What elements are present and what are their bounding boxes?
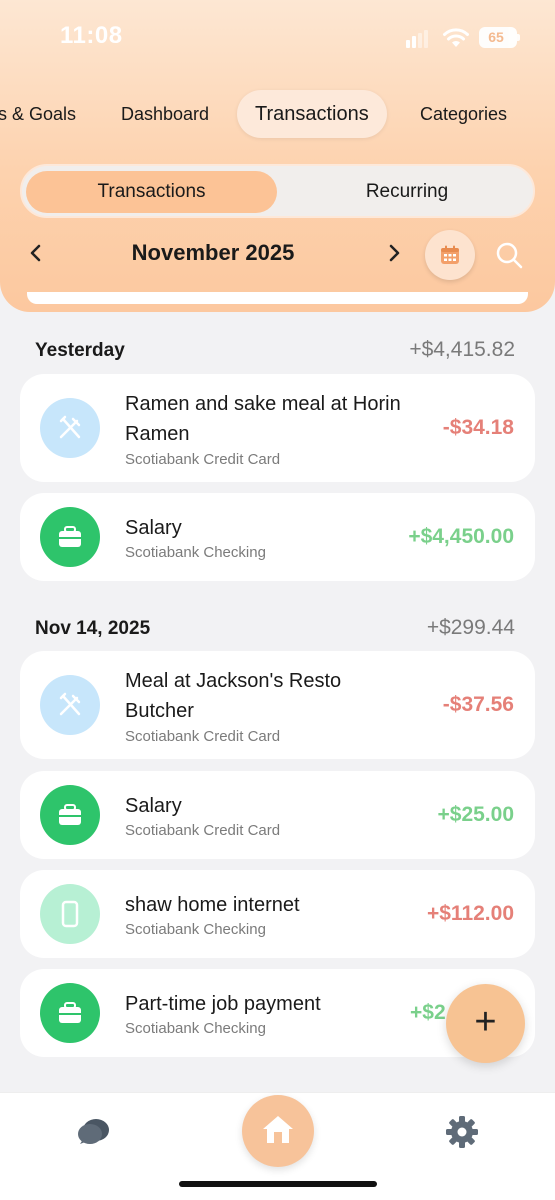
plus-icon: + <box>474 1001 497 1043</box>
transaction-amount: +$4,450.00 <box>408 525 514 548</box>
header: 11:08 65 s & Goals Dashboard Transaction… <box>0 0 555 312</box>
section-total: +$299.44 <box>426 616 515 639</box>
tab-dashboard[interactable]: Dashboard <box>121 90 209 138</box>
status-time: 11:08 <box>60 22 123 49</box>
home-icon <box>263 1116 293 1143</box>
summary-card-edge <box>27 292 528 304</box>
transaction-amount: -$37.56 <box>442 693 514 716</box>
battery-tip <box>517 34 520 41</box>
transaction-row[interactable]: Meal at Jackson's Resto Butcher Scotiaba… <box>20 651 535 759</box>
battery-level: 65 <box>488 29 504 45</box>
section-date: Yesterday <box>35 340 125 361</box>
briefcase-icon <box>40 983 100 1043</box>
fork-knife-icon <box>40 398 100 458</box>
battery-icon: 65 <box>479 27 517 48</box>
segment-recurring[interactable]: Recurring <box>282 171 532 213</box>
top-tabs: s & Goals Dashboard Transactions Categor… <box>0 90 555 140</box>
month-selector: November 2025 <box>0 228 555 280</box>
search-icon[interactable] <box>494 240 524 270</box>
briefcase-icon <box>40 785 100 845</box>
home-button[interactable] <box>242 1095 314 1167</box>
chevron-left-icon[interactable] <box>28 241 44 265</box>
chat-icon[interactable] <box>76 1117 110 1149</box>
transaction-title: shaw home internet <box>125 894 300 916</box>
signal-icon <box>406 30 428 48</box>
calendar-icon <box>441 245 459 264</box>
transaction-account: Scotiabank Credit Card <box>125 728 281 745</box>
transaction-amount: +$2 <box>410 1001 446 1024</box>
transaction-row[interactable]: Salary Scotiabank Credit Card +$25.00 <box>20 771 535 859</box>
section-header: Yesterday +$4,415.82 <box>35 336 515 366</box>
segmented-control: Transactions Recurring <box>20 164 535 218</box>
briefcase-icon <box>40 507 100 567</box>
phone-icon <box>40 884 100 944</box>
transaction-amount: -$34.18 <box>442 416 514 439</box>
transaction-row[interactable]: Ramen and sake meal at Horin Ramen Scoti… <box>20 374 535 482</box>
status-bar: 11:08 65 <box>0 0 555 74</box>
transaction-account: Scotiabank Checking <box>125 544 266 561</box>
gear-icon[interactable] <box>445 1115 479 1149</box>
bottom-nav <box>0 1092 555 1200</box>
tab-transactions[interactable]: Transactions <box>237 90 387 138</box>
month-title: November 2025 <box>131 240 295 265</box>
transaction-row[interactable]: Salary Scotiabank Checking +$4,450.00 <box>20 493 535 581</box>
section-header: Nov 14, 2025 +$299.44 <box>35 614 515 644</box>
transaction-title: Ramen and sake meal at Horin Ramen <box>125 393 401 445</box>
home-indicator <box>179 1181 377 1187</box>
add-transaction-button[interactable]: + <box>446 984 525 1063</box>
tab-budgets-goals[interactable]: s & Goals <box>0 90 76 138</box>
transaction-account: Scotiabank Credit Card <box>125 451 281 468</box>
transaction-amount: +$25.00 <box>437 803 515 826</box>
chevron-right-icon[interactable] <box>386 241 402 265</box>
transaction-account: Scotiabank Checking <box>125 921 266 938</box>
calendar-button[interactable] <box>425 230 475 280</box>
transaction-title: Salary <box>125 517 182 539</box>
fork-knife-icon <box>40 675 100 735</box>
section-date: Nov 14, 2025 <box>35 618 151 639</box>
transaction-title: Salary <box>125 795 182 817</box>
segment-transactions[interactable]: Transactions <box>26 171 277 213</box>
transaction-title: Meal at Jackson's Resto Butcher <box>125 670 342 722</box>
transaction-amount: +$112.00 <box>426 902 514 925</box>
transaction-row[interactable]: shaw home internet Scotiabank Checking +… <box>20 870 535 958</box>
section-total: +$4,415.82 <box>409 338 515 361</box>
transaction-account: Scotiabank Checking <box>125 1020 266 1037</box>
tab-categories[interactable]: Categories <box>420 90 507 138</box>
transaction-title: Part-time job payment <box>125 993 321 1015</box>
wifi-icon <box>443 28 469 47</box>
transaction-account: Scotiabank Credit Card <box>125 822 281 839</box>
